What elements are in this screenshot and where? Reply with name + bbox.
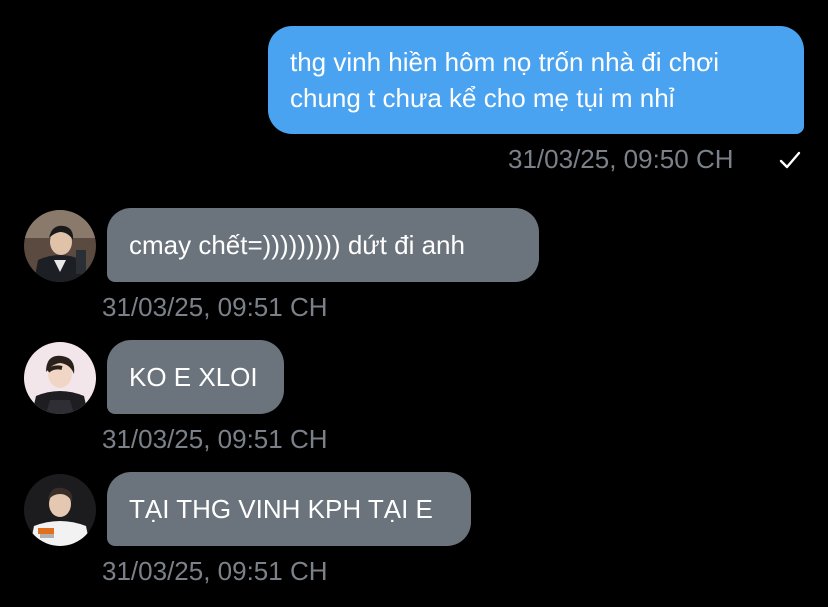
incoming-message-bubble[interactable]: TẠI THG VINH KPH TẠI E	[107, 472, 471, 546]
outgoing-message-bubble[interactable]: thg vinh hiền hôm nọ trốn nhà đi chơi ch…	[268, 26, 804, 134]
message-timestamp: 31/03/25, 09:51 CH	[102, 292, 328, 322]
message-timestamp: 31/03/25, 09:51 CH	[102, 424, 328, 454]
message-text-line: chung t chưa kể cho mẹ tụi m nhỉ	[290, 83, 675, 113]
check-icon	[779, 151, 801, 169]
avatar-man-hle-jersey-icon	[24, 474, 96, 546]
sender-avatar[interactable]	[24, 342, 96, 414]
incoming-message-bubble[interactable]: KO E XLOI	[107, 340, 284, 414]
sender-avatar[interactable]	[24, 210, 96, 282]
sender-avatar[interactable]	[24, 474, 96, 546]
avatar-man-suit-icon	[24, 210, 96, 282]
avatar-man-pink-bg-icon	[24, 342, 96, 414]
message-timestamp: 31/03/25, 09:51 CH	[102, 556, 328, 586]
incoming-message-bubble[interactable]: cmay chết=))))))))) dứt đi anh	[107, 208, 539, 282]
message-timestamp: 31/03/25, 09:50 CH	[508, 144, 734, 174]
message-text-line: thg vinh hiền hôm nọ trốn nhà đi chơi	[290, 47, 719, 77]
